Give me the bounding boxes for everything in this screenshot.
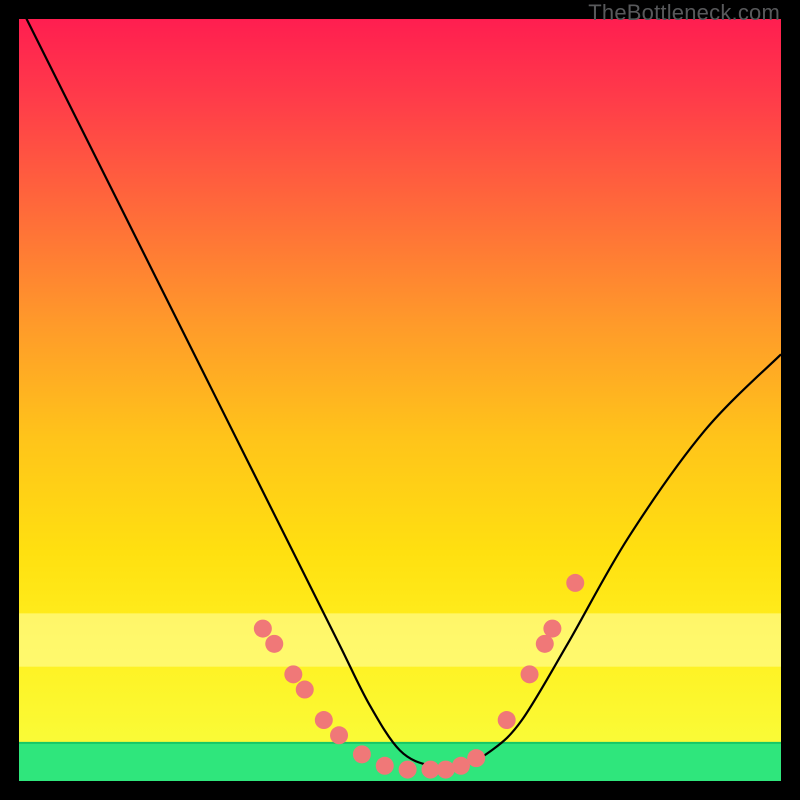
highlight-dot <box>399 761 417 779</box>
chart-svg <box>19 19 781 781</box>
green-baseline-band <box>19 743 781 781</box>
chart-frame <box>19 19 781 781</box>
highlight-dot <box>376 757 394 775</box>
highlight-dot <box>521 665 539 683</box>
highlight-dot <box>467 749 485 767</box>
highlight-dot <box>437 761 455 779</box>
highlight-dot <box>543 620 561 638</box>
highlight-dot <box>315 711 333 729</box>
highlight-dot <box>254 620 272 638</box>
pale-highlight-band <box>19 613 781 666</box>
highlight-dot <box>284 665 302 683</box>
watermark-text: TheBottleneck.com <box>588 0 780 26</box>
highlight-dot <box>566 574 584 592</box>
highlight-dot <box>296 681 314 699</box>
highlight-dot <box>265 635 283 653</box>
highlight-dot <box>536 635 554 653</box>
highlight-dot <box>353 745 371 763</box>
highlight-dot <box>452 757 470 775</box>
highlight-dot <box>330 726 348 744</box>
highlight-dot <box>498 711 516 729</box>
